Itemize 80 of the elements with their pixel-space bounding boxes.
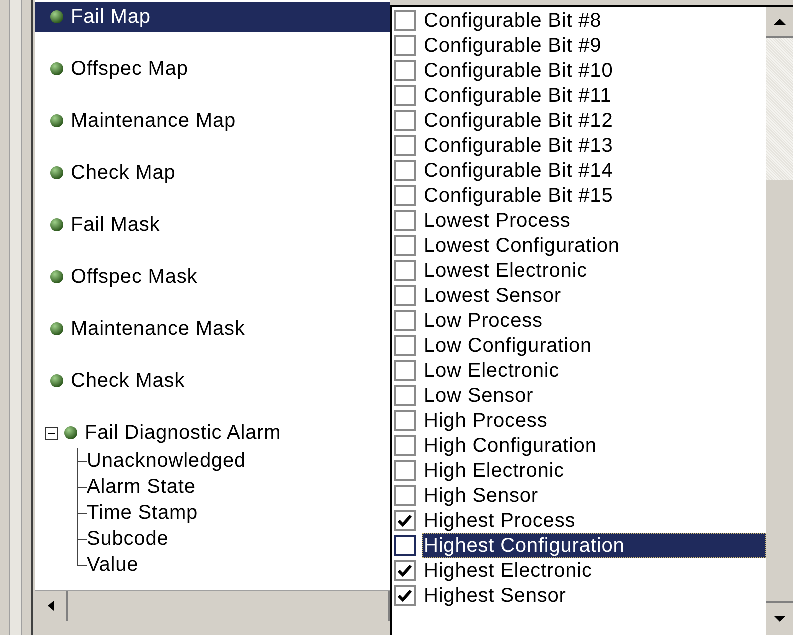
checkbox[interactable] — [394, 560, 416, 581]
list-item[interactable]: Low Sensor — [422, 383, 766, 408]
list-item[interactable]: High Process — [422, 408, 766, 433]
checkmark-icon — [398, 564, 412, 576]
list-item[interactable]: Low Configuration — [422, 333, 766, 358]
status-dot-icon — [64, 426, 78, 440]
checkbox[interactable] — [394, 535, 416, 556]
list-item[interactable]: Lowest Configuration — [422, 233, 766, 258]
down-arrow-icon — [774, 616, 786, 622]
checkbox[interactable] — [394, 135, 416, 156]
checkbox[interactable] — [394, 485, 416, 506]
tree-item[interactable]: Check Map — [50, 158, 390, 188]
tree-item[interactable]: Fail Diagnostic Alarm — [64, 418, 390, 448]
list-item[interactable]: Configurable Bit #9 — [422, 33, 766, 58]
list-item[interactable]: High Sensor — [422, 483, 766, 508]
checkbox[interactable] — [394, 285, 416, 306]
tree-item[interactable]: Maintenance Map — [50, 106, 390, 136]
list-item[interactable]: Highest Electronic — [422, 558, 766, 583]
scroll-down-button[interactable] — [766, 603, 793, 635]
list-item[interactable]: Lowest Electronic — [422, 258, 766, 283]
status-dot-icon — [50, 218, 64, 232]
checkbox[interactable] — [394, 585, 416, 606]
checkbox[interactable] — [394, 210, 416, 231]
list-item[interactable]: Configurable Bit #14 — [422, 158, 766, 183]
checkmark-icon — [398, 514, 412, 526]
left-arrow-icon — [48, 601, 54, 611]
status-dot-icon — [50, 114, 64, 128]
checkbox[interactable] — [394, 335, 416, 356]
tree-line-icon — [77, 448, 87, 474]
tree-item[interactable]: Fail Map — [35, 2, 390, 32]
status-dot-icon — [50, 322, 64, 336]
list-item[interactable]: Lowest Process — [422, 208, 766, 233]
list-item[interactable]: Low Process — [422, 308, 766, 333]
checkbox[interactable] — [394, 185, 416, 206]
tree-item[interactable]: Offspec Map — [50, 54, 390, 84]
scroll-up-button[interactable] — [766, 7, 793, 38]
tree-item[interactable]: Offspec Mask — [50, 262, 390, 292]
checkbox[interactable] — [394, 85, 416, 106]
tree-item[interactable]: Maintenance Mask — [50, 314, 390, 344]
tree-line-icon — [77, 474, 87, 500]
checkbox[interactable] — [394, 10, 416, 31]
list-item[interactable]: Highest Process — [422, 508, 766, 533]
status-dot-icon — [50, 270, 64, 284]
checkbox[interactable] — [394, 235, 416, 256]
checkbox[interactable] — [394, 160, 416, 181]
list-item[interactable]: Lowest Sensor — [422, 283, 766, 308]
list-item[interactable]: High Electronic — [422, 458, 766, 483]
checkbox[interactable] — [394, 510, 416, 531]
list-item[interactable]: Configurable Bit #10 — [422, 58, 766, 83]
list-item[interactable]: Configurable Bit #13 — [422, 133, 766, 158]
list-item[interactable]: Low Electronic — [422, 358, 766, 383]
checkbox[interactable] — [394, 260, 416, 281]
tree-line-icon — [77, 500, 87, 526]
vertical-scrollbar[interactable] — [766, 7, 793, 635]
tree-item[interactable]: Check Mask — [50, 366, 390, 396]
up-arrow-icon — [774, 18, 786, 24]
list-item[interactable]: Highest Configuration — [422, 533, 766, 558]
list-item[interactable]: Configurable Bit #11 — [422, 83, 766, 108]
status-dot-icon — [50, 10, 64, 24]
checkbox[interactable] — [394, 35, 416, 56]
tree-item[interactable]: Fail Mask — [50, 210, 390, 240]
checkmark-icon — [398, 590, 412, 602]
list-item[interactable]: High Configuration — [422, 433, 766, 458]
collapse-icon[interactable] — [45, 426, 58, 440]
list-item[interactable]: Configurable Bit #12 — [422, 108, 766, 133]
list-item[interactable]: Configurable Bit #8 — [422, 8, 766, 33]
checkbox[interactable] — [394, 385, 416, 406]
checkbox[interactable] — [394, 410, 416, 431]
checkbox[interactable] — [394, 460, 416, 481]
status-dot-icon — [50, 166, 64, 180]
list-item[interactable]: Highest Sensor — [422, 583, 766, 608]
checkbox[interactable] — [394, 360, 416, 381]
status-dot-icon — [50, 62, 64, 76]
status-dot-icon — [50, 374, 64, 388]
checkbox[interactable] — [394, 310, 416, 331]
list-item[interactable]: Configurable Bit #15 — [422, 183, 766, 208]
checkbox[interactable] — [394, 110, 416, 131]
scroll-thumb[interactable] — [766, 180, 793, 603]
checkbox[interactable] — [394, 435, 416, 456]
checkbox[interactable] — [394, 60, 416, 81]
